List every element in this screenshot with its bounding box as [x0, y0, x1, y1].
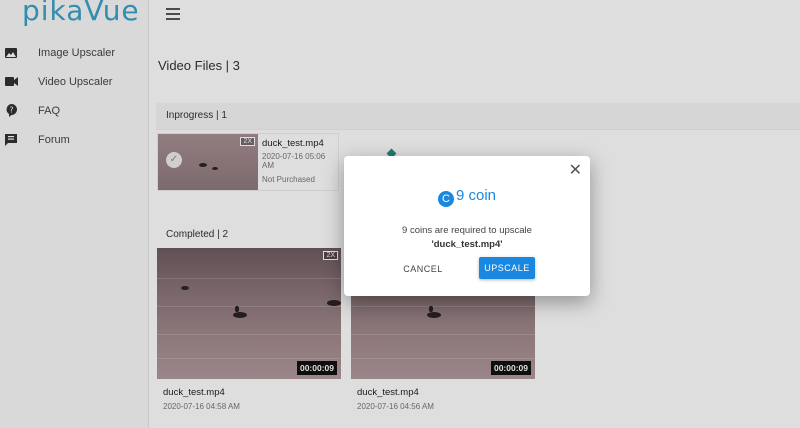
close-icon[interactable]: ✕: [569, 160, 582, 180]
dialog-filename: 'duck_test.mp4': [431, 239, 503, 250]
coin-icon: C: [437, 191, 454, 207]
coin-cost: C9 coin: [344, 187, 590, 207]
cancel-button[interactable]: CANCEL: [394, 259, 452, 279]
upscale-button[interactable]: UPSCALE: [479, 257, 535, 279]
coin-amount: 9 coin: [455, 187, 497, 204]
upscale-confirm-dialog: ✕ C9 coin 9 coins are required to upscal…: [344, 156, 590, 296]
dialog-message: 9 coins are required to upscale: [402, 225, 532, 236]
